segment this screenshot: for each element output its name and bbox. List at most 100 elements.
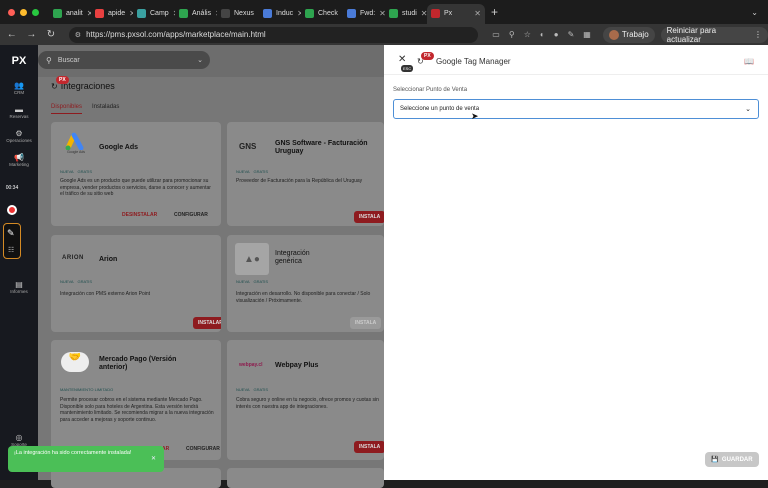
browser-tab[interactable]: Anális✕ xyxy=(175,4,217,24)
profile-button[interactable]: Trabajo xyxy=(602,26,655,43)
save-button[interactable]: 💾 GUARDAR xyxy=(705,452,759,467)
card-description: Integración con PMS externo Arion Point xyxy=(60,291,151,297)
site-settings-icon[interactable]: ⚙ xyxy=(75,31,81,39)
card-tags: MANTENIMIENTO LIMITADO xyxy=(60,387,114,392)
restart-to-update-button[interactable]: Reiniciar para actualizar ⋮ xyxy=(660,26,768,44)
integration-card-generic: ▲● Integración genérica NUEVA GRATIS Inte… xyxy=(227,235,384,332)
sidebar-item-reservas[interactable]: ▬ Reservas xyxy=(0,105,38,119)
browser-tab[interactable]: analit ✕ xyxy=(49,4,91,24)
extension-icon[interactable]: ◐ xyxy=(540,30,545,39)
extension-icon[interactable]: ● xyxy=(554,30,559,39)
configure-button[interactable]: CONFIGURAR xyxy=(169,209,213,221)
browser-tab[interactable]: Fwd: ✕ xyxy=(343,4,385,24)
sidebar-item-crm[interactable]: 👥 CRM xyxy=(0,81,38,95)
pencil-icon[interactable]: ✎ xyxy=(7,228,15,239)
main-content: ⚲ Buscar ⌄ PX ↻ Integraciones Disponible… xyxy=(38,45,384,488)
tab-label: Camp xyxy=(150,10,169,17)
tab-label: studi xyxy=(402,10,417,17)
record-stop-icon[interactable] xyxy=(7,205,17,215)
px-logo[interactable]: PX xyxy=(0,55,38,67)
browser-tab[interactable]: Px ✕ xyxy=(427,3,485,24)
tab-favicon-icon xyxy=(53,9,62,18)
card-tags: NUEVA GRATIS xyxy=(60,279,93,284)
success-toast: ¡La integración ha sido correctamente in… xyxy=(8,446,164,472)
pen-icon[interactable]: ✎ xyxy=(568,30,575,39)
install-button-disabled: INSTALA xyxy=(350,317,382,329)
sidebar-item-soporte[interactable]: ◎ Soporte xyxy=(0,433,38,447)
webpay-logo: webpay.cl xyxy=(239,362,263,368)
draw-tool-panel[interactable]: ✎ ☷ xyxy=(3,223,21,259)
tab-label: analit xyxy=(66,10,83,17)
sidebar-item-informes[interactable]: ▤ Informes xyxy=(0,280,38,294)
url-text: https://pms.pxsol.com/apps/marketplace/m… xyxy=(86,30,266,39)
card-name: Integración genérica xyxy=(275,250,310,265)
back-icon[interactable]: ← xyxy=(4,29,20,40)
chevron-down-icon[interactable]: ⌄ xyxy=(197,56,203,64)
forward-icon[interactable]: → xyxy=(24,29,40,40)
tab-favicon-icon xyxy=(347,9,356,18)
px-badge: PX xyxy=(421,52,434,60)
tab-instaladas[interactable]: Instaladas xyxy=(92,104,119,114)
close-icon[interactable]: ✕ xyxy=(151,456,156,463)
card-name: Arion xyxy=(99,256,118,263)
tab-favicon-icon xyxy=(221,9,230,18)
tab-favicon-icon xyxy=(305,9,314,18)
tab-label: Anális xyxy=(192,10,212,17)
close-window-button[interactable] xyxy=(8,8,15,16)
chevron-down-icon: ⌄ xyxy=(745,106,751,113)
cast-icon[interactable]: ▭ xyxy=(492,30,500,39)
browser-tab[interactable]: Check✕ xyxy=(301,4,343,24)
card-name: Mercado Pago (Versión anterior) xyxy=(99,356,177,371)
sidebar-item-operaciones[interactable]: ⚙ Operaciones xyxy=(0,129,38,143)
card-name: Google Ads xyxy=(99,144,139,151)
card-description: Integración en desarrollo. No disponible… xyxy=(236,291,371,304)
integration-card-mercado-pago: 🤝 Mercado Pago (Versión anterior) MANTEN… xyxy=(51,340,221,460)
new-tab-button[interactable]: + xyxy=(491,5,498,19)
top-bar: ⚲ Buscar ⌄ xyxy=(38,45,384,77)
integration-card-gns: GNS GNS Software - Facturación Uruguay N… xyxy=(227,122,384,226)
megaphone-icon: 📢 xyxy=(14,153,24,162)
search-input[interactable]: ⚲ Buscar ⌄ xyxy=(38,51,210,69)
grid-icon[interactable]: ☷ xyxy=(8,246,14,254)
browser-tab[interactable]: Camp✕ xyxy=(133,4,175,24)
install-button[interactable]: INSTALA xyxy=(354,211,384,223)
close-icon[interactable]: ✕ xyxy=(398,54,406,65)
point-of-sale-select[interactable]: Seleccione un punto de venta ⌄ xyxy=(393,99,759,119)
search-icon: ⚲ xyxy=(46,55,52,65)
browser-tab[interactable]: Nexus✕ xyxy=(217,4,259,24)
close-tab-icon[interactable]: ✕ xyxy=(474,9,481,18)
handshake-icon: 🤝 xyxy=(61,352,89,372)
configure-button[interactable]: CONFIGURAR xyxy=(181,443,221,455)
browser-tab[interactable]: apide ✕ xyxy=(91,4,133,24)
tab-disponibles[interactable]: Disponibles xyxy=(51,104,83,114)
uninstall-button[interactable]: DESINSTALAR xyxy=(117,209,162,221)
url-field[interactable]: ⚙ https://pms.pxsol.com/apps/marketplace… xyxy=(68,26,479,43)
tab-favicon-icon xyxy=(263,9,272,18)
address-bar: ← → ↻ ⚙ https://pms.pxsol.com/apps/marke… xyxy=(0,24,768,45)
browser-tab[interactable]: Induc ✕ xyxy=(259,4,301,24)
card-description: Permite procesar cobros en el sistema me… xyxy=(60,397,214,423)
sidebar-item-marketing[interactable]: 📢 Marketing xyxy=(0,153,38,167)
tab-favicon-icon xyxy=(95,9,104,18)
arion-logo: ARION xyxy=(62,255,84,261)
browser-tab[interactable]: studi ✕ xyxy=(385,4,427,24)
px-badge: PX xyxy=(56,76,69,84)
card-name: Webpay Plus xyxy=(275,362,319,369)
book-icon[interactable]: 📖 xyxy=(744,57,754,66)
minimize-window-button[interactable] xyxy=(20,8,27,16)
install-button[interactable]: INSTALA xyxy=(354,441,384,453)
puzzle-icon[interactable]: ▦ xyxy=(583,30,591,39)
google-tag-manager-drawer: ✕ ESC ↻ PX Google Tag Manager 📖 Seleccio… xyxy=(384,45,768,480)
tab-label: Nexus xyxy=(234,10,254,17)
tab-favicon-icon xyxy=(137,9,146,18)
chevron-down-icon[interactable]: ⌄ xyxy=(751,8,758,17)
bookmark-star-icon[interactable]: ☆ xyxy=(524,30,531,39)
card-tags: NUEVA GRATIS xyxy=(60,169,93,174)
integration-card-google-ads: Google Ads Google Ads NUEVA GRATIS Google… xyxy=(51,122,221,226)
more-icon: ⋮ xyxy=(754,30,762,39)
maximize-window-button[interactable] xyxy=(32,8,39,16)
card-name: GNS Software - Facturación Uruguay xyxy=(275,140,368,155)
install-button[interactable]: INSTALAR xyxy=(193,317,221,329)
reload-icon[interactable]: ↻ xyxy=(43,29,59,40)
zoom-icon[interactable]: ⚲ xyxy=(509,30,515,39)
